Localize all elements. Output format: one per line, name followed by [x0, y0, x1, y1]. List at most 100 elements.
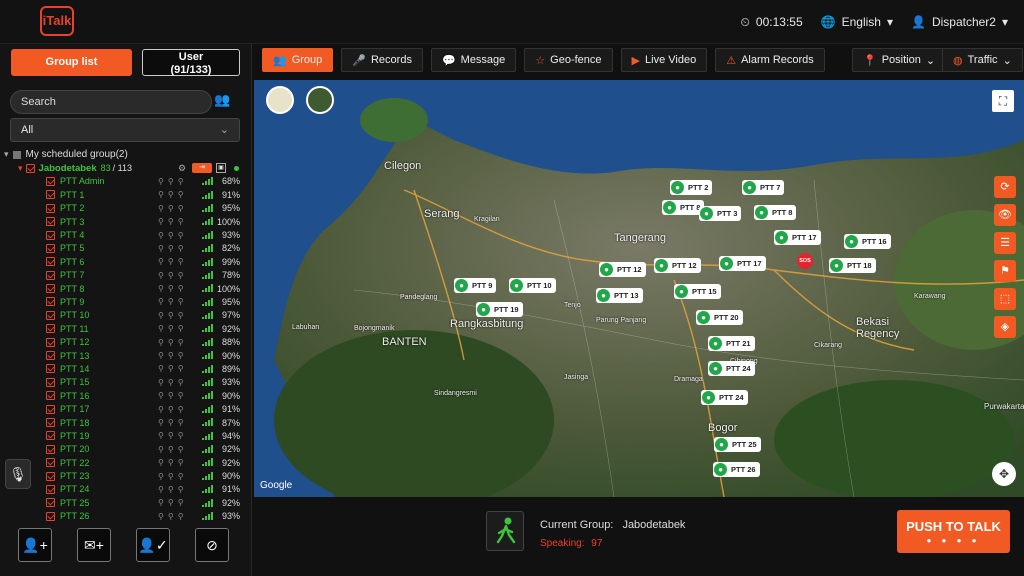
member-row[interactable]: PTT 4 ⚲⚲⚲ 93% — [4, 228, 248, 241]
member-row[interactable]: PTT 2 ⚲⚲⚲ 95% — [4, 202, 248, 215]
ptt-pin[interactable]: ● PTT 12 — [654, 258, 701, 273]
member-checkbox[interactable] — [46, 444, 55, 454]
refresh-icon[interactable]: ⟳ — [994, 176, 1016, 198]
member-row[interactable]: PTT 20 ⚲⚲⚲ 92% — [4, 443, 248, 456]
member-row[interactable]: PTT 12 ⚲⚲⚲ 88% — [4, 335, 248, 348]
push-to-talk-button[interactable]: PUSH TO TALK ● ● ● ● — [897, 510, 1010, 553]
member-row[interactable]: PTT 19 ⚲⚲⚲ 94% — [4, 429, 248, 442]
ptt-pin[interactable]: ● PTT 20 — [696, 310, 743, 325]
member-checkbox[interactable] — [46, 337, 55, 347]
group-checkbox[interactable] — [25, 163, 35, 173]
member-checkbox[interactable] — [46, 404, 55, 414]
member-checkbox[interactable] — [46, 484, 55, 494]
member-checkbox[interactable] — [46, 284, 55, 294]
member-row[interactable]: PTT 15 ⚲⚲⚲ 93% — [4, 376, 248, 389]
tab-message[interactable]: 💬 Message — [430, 48, 517, 72]
ptt-pin[interactable]: ● PTT 24 — [701, 390, 748, 405]
ptt-pin[interactable]: ● PTT 7 — [742, 180, 785, 195]
member-checkbox[interactable] — [46, 230, 55, 240]
add-message-button[interactable]: ✉+ — [77, 528, 111, 562]
map-view[interactable]: ⛶ ⟳ 👁 ☰ ⚑ ⬚ ◈ ✥ Google Cilegon Serang Ta… — [254, 80, 1024, 497]
ptt-pin[interactable]: ● PTT 10 — [509, 278, 556, 293]
member-row[interactable]: PTT 11 ⚲⚲⚲ 92% — [4, 322, 248, 335]
ptt-pin[interactable]: ● PTT 18 — [829, 258, 876, 273]
member-row[interactable]: PTT 23 ⚲⚲⚲ 90% — [4, 469, 248, 482]
ptt-pin[interactable]: ● PTT 26 — [713, 462, 760, 477]
member-row[interactable]: PTT 10 ⚲⚲⚲ 97% — [4, 309, 248, 322]
group-checkbox[interactable] — [12, 150, 21, 159]
user-tab-button[interactable]: User (91/133) — [142, 49, 240, 76]
member-checkbox[interactable] — [46, 270, 55, 280]
ptt-pin[interactable]: ● PTT 3 — [699, 206, 742, 221]
traffic-dropdown[interactable]: ◍ Traffic ⌄ — [942, 48, 1023, 72]
member-checkbox[interactable] — [46, 458, 55, 468]
ptt-pin[interactable]: ● PTT 21 — [708, 336, 755, 351]
member-checkbox[interactable] — [46, 203, 55, 213]
layers-icon[interactable]: ◈ — [994, 316, 1016, 338]
member-checkbox[interactable] — [46, 257, 55, 267]
group-list-button[interactable]: Group list — [11, 49, 132, 76]
member-row[interactable]: PTT 1 ⚲⚲⚲ 91% — [4, 188, 248, 201]
member-checkbox[interactable] — [46, 297, 55, 307]
member-row[interactable]: PTT 24 ⚲⚲⚲ 91% — [4, 483, 248, 496]
people-icon[interactable]: 👥 — [214, 92, 240, 112]
scheduled-group-row[interactable]: ▾ My scheduled group(2) — [4, 148, 248, 161]
gear-icon[interactable]: ⚙ — [178, 163, 186, 174]
tab-alarm-records[interactable]: ⚠ Alarm Records — [715, 48, 825, 72]
member-checkbox[interactable] — [46, 364, 55, 374]
member-row[interactable]: PTT 8 ⚲⚲⚲ 100% — [4, 282, 248, 295]
member-row[interactable]: PTT 3 ⚲⚲⚲ 100% — [4, 215, 248, 228]
member-checkbox[interactable] — [46, 243, 55, 253]
record-icon[interactable]: ▣ — [216, 163, 226, 174]
select-area-icon[interactable]: ⬚ — [994, 288, 1016, 310]
member-row[interactable]: PTT Admin ⚲⚲⚲ 68% — [4, 175, 248, 188]
language-select[interactable]: 🌐 English ▾ — [821, 15, 893, 29]
member-row[interactable]: PTT 16 ⚲⚲⚲ 90% — [4, 389, 248, 402]
member-checkbox[interactable] — [46, 217, 55, 227]
member-checkbox[interactable] — [46, 471, 55, 481]
member-checkbox[interactable] — [46, 431, 55, 441]
member-checkbox[interactable] — [46, 190, 55, 200]
locate-icon[interactable]: ✥ — [992, 462, 1016, 486]
tab-live-video[interactable]: ▶ Live Video — [620, 48, 708, 72]
tab-records[interactable]: 🎤 Records — [341, 48, 423, 72]
tab-geo-fence[interactable]: ☆ Geo-fence — [524, 48, 613, 72]
member-row[interactable]: PTT 18 ⚲⚲⚲ 87% — [4, 416, 248, 429]
ptt-pin[interactable]: ● PTT 25 — [714, 437, 761, 452]
fullscreen-icon[interactable]: ⛶ — [992, 90, 1014, 112]
eye-icon[interactable]: 👁 — [994, 204, 1016, 226]
ptt-pin[interactable]: ● PTT 19 — [476, 302, 523, 317]
member-checkbox[interactable] — [46, 351, 55, 361]
add-user-button[interactable]: 👤+ — [18, 528, 52, 562]
ptt-pin[interactable]: ● PTT 12 — [599, 262, 646, 277]
list-icon[interactable]: ☰ — [994, 232, 1016, 254]
satellite-toggle[interactable] — [266, 86, 294, 114]
user-remove-button[interactable]: ⊘ — [195, 528, 229, 562]
user-menu[interactable]: 👤 Dispatcher2 ▾ — [911, 15, 1008, 29]
member-row[interactable]: PTT 17 ⚲⚲⚲ 91% — [4, 402, 248, 415]
member-row[interactable]: PTT 22 ⚲⚲⚲ 92% — [4, 456, 248, 469]
member-checkbox[interactable] — [46, 418, 55, 427]
ptt-pin[interactable]: ● PTT 2 — [670, 180, 713, 195]
ptt-pin[interactable]: ● PTT 17 — [719, 256, 766, 271]
member-checkbox[interactable] — [46, 176, 55, 186]
flag-icon[interactable]: ⚑ — [994, 260, 1016, 282]
mic-button[interactable]: 🎙 — [5, 459, 31, 489]
tab-group[interactable]: 👥 Group — [262, 48, 334, 72]
member-checkbox[interactable] — [46, 498, 55, 508]
ptt-pin[interactable]: ● PTT 17 — [774, 230, 821, 245]
ptt-pin[interactable]: ● PTT 13 — [596, 288, 643, 303]
sos-marker[interactable]: SOS — [797, 253, 813, 269]
member-row[interactable]: PTT 14 ⚲⚲⚲ 89% — [4, 362, 248, 375]
ptt-pin[interactable]: ● PTT 15 — [674, 284, 721, 299]
member-checkbox[interactable] — [46, 310, 55, 320]
search-input[interactable]: Search — [10, 90, 212, 114]
user-check-button[interactable]: 👤✓ — [136, 528, 170, 562]
member-row[interactable]: PTT 9 ⚲⚲⚲ 95% — [4, 295, 248, 308]
enter-group-icon[interactable]: ⇥ — [192, 163, 212, 174]
member-row[interactable]: PTT 26 ⚲⚲⚲ 93% — [4, 510, 248, 523]
terrain-toggle[interactable] — [306, 86, 334, 114]
member-checkbox[interactable] — [46, 511, 55, 521]
member-checkbox[interactable] — [46, 324, 55, 334]
ptt-pin[interactable]: ● PTT 9 — [454, 278, 497, 293]
